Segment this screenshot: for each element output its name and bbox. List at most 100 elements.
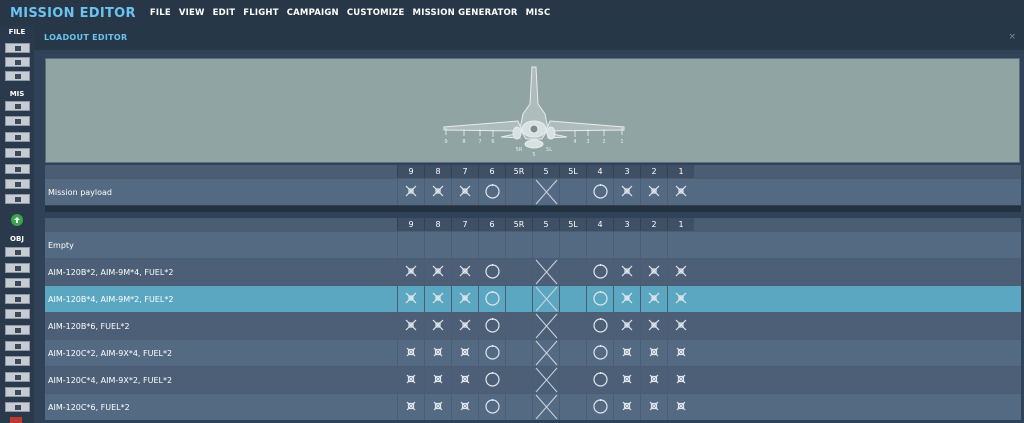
pylon-cell[interactable] xyxy=(559,340,586,366)
pylon-cell[interactable] xyxy=(505,259,532,285)
pylon-cell[interactable] xyxy=(559,259,586,285)
mission-chain-button[interactable] xyxy=(5,194,30,204)
pylon-cell[interactable] xyxy=(424,394,451,420)
pylon-cell[interactable] xyxy=(586,259,613,285)
pylon-cell[interactable] xyxy=(478,259,505,285)
close-icon[interactable]: × xyxy=(1008,32,1016,42)
aircraft-button[interactable] xyxy=(5,247,30,257)
resources-button[interactable] xyxy=(5,164,30,174)
helicopter-button[interactable] xyxy=(5,263,30,273)
menu-customize[interactable]: CUSTOMIZE xyxy=(347,8,405,18)
loadout-row[interactable]: AIM-120B*4, AIM-9M*2, FUEL*2 xyxy=(45,285,1021,312)
pylon-cell[interactable] xyxy=(397,313,424,339)
pylon-cell[interactable] xyxy=(613,179,640,205)
goals-button[interactable] xyxy=(5,132,30,142)
save-button[interactable] xyxy=(5,71,30,81)
triggers-button[interactable] xyxy=(5,148,30,158)
menu-campaign[interactable]: CAMPAIGN xyxy=(287,8,339,18)
pylon-cell[interactable] xyxy=(559,394,586,420)
pylon-cell[interactable] xyxy=(532,394,559,420)
pylon-cell[interactable] xyxy=(667,259,694,285)
pylon-cell[interactable] xyxy=(451,340,478,366)
weather-button[interactable] xyxy=(5,116,30,126)
pylon-cell[interactable] xyxy=(397,367,424,393)
pylon-cell[interactable] xyxy=(667,394,694,420)
pylon-cell[interactable] xyxy=(559,179,586,205)
pylon-cell[interactable] xyxy=(451,367,478,393)
pylon-cell[interactable] xyxy=(559,313,586,339)
pylon-cell[interactable] xyxy=(478,340,505,366)
loadout-row[interactable]: Mission payload xyxy=(45,178,1021,205)
pylon-cell[interactable] xyxy=(586,340,613,366)
pylon-cell[interactable] xyxy=(640,340,667,366)
pylon-cell[interactable] xyxy=(532,259,559,285)
open-button[interactable] xyxy=(5,57,30,67)
pylon-cell[interactable] xyxy=(586,394,613,420)
pylon-cell[interactable] xyxy=(640,286,667,312)
pylon-cell[interactable] xyxy=(667,313,694,339)
pylon-cell[interactable] xyxy=(505,286,532,312)
ship-button[interactable] xyxy=(5,278,30,288)
new-button[interactable] xyxy=(5,43,30,53)
pylon-cell[interactable] xyxy=(532,313,559,339)
pylon-cell[interactable] xyxy=(532,179,559,205)
pylon-cell[interactable] xyxy=(613,259,640,285)
menu-file[interactable]: FILE xyxy=(150,8,171,18)
pylon-cell[interactable] xyxy=(451,286,478,312)
pylon-cell[interactable] xyxy=(613,232,640,258)
pylon-cell[interactable] xyxy=(586,179,613,205)
pylon-cell[interactable] xyxy=(451,394,478,420)
check-button[interactable] xyxy=(5,179,30,189)
go-button[interactable] xyxy=(11,214,23,226)
pylon-cell[interactable] xyxy=(505,179,532,205)
pylon-cell[interactable] xyxy=(451,313,478,339)
pylon-cell[interactable] xyxy=(640,232,667,258)
pylon-cell[interactable] xyxy=(478,179,505,205)
pylon-cell[interactable] xyxy=(667,232,694,258)
pylon-cell[interactable] xyxy=(424,367,451,393)
pylon-cell[interactable] xyxy=(559,232,586,258)
pylon-cell[interactable] xyxy=(451,259,478,285)
pylon-cell[interactable] xyxy=(640,259,667,285)
pylon-cell[interactable] xyxy=(478,286,505,312)
shapes-button[interactable] xyxy=(5,402,30,412)
briefing-button[interactable] xyxy=(5,101,30,111)
pylon-cell[interactable] xyxy=(397,286,424,312)
pylon-cell[interactable] xyxy=(532,340,559,366)
menu-mission-generator[interactable]: MISSION GENERATOR xyxy=(413,8,518,18)
pylon-cell[interactable] xyxy=(451,179,478,205)
pylon-cell[interactable] xyxy=(613,394,640,420)
pylon-cell[interactable] xyxy=(640,179,667,205)
loadout-row[interactable]: AIM-120B*2, AIM-9M*4, FUEL*2 xyxy=(45,258,1021,285)
pylon-cell[interactable] xyxy=(424,179,451,205)
pylon-cell[interactable] xyxy=(532,232,559,258)
formation-button[interactable] xyxy=(5,387,30,397)
pylon-cell[interactable] xyxy=(559,286,586,312)
static-button[interactable] xyxy=(5,309,30,319)
menu-view[interactable]: VIEW xyxy=(179,8,205,18)
pylon-cell[interactable] xyxy=(424,286,451,312)
pylon-cell[interactable] xyxy=(559,367,586,393)
structure-button[interactable] xyxy=(5,325,30,335)
pylon-cell[interactable] xyxy=(424,313,451,339)
menu-flight[interactable]: FLIGHT xyxy=(243,8,278,18)
pylon-cell[interactable] xyxy=(505,232,532,258)
pylon-cell[interactable] xyxy=(667,367,694,393)
pylon-cell[interactable] xyxy=(586,313,613,339)
pylon-cell[interactable] xyxy=(640,367,667,393)
pylon-cell[interactable] xyxy=(478,313,505,339)
pylon-cell[interactable] xyxy=(424,340,451,366)
pylon-cell[interactable] xyxy=(640,394,667,420)
pylon-cell[interactable] xyxy=(478,367,505,393)
loadout-row[interactable]: AIM-120C*4, AIM-9X*2, FUEL*2 xyxy=(45,366,1021,393)
menu-misc[interactable]: MISC xyxy=(526,8,551,18)
pylon-cell[interactable] xyxy=(613,367,640,393)
delete-button[interactable] xyxy=(10,417,22,423)
pylon-cell[interactable] xyxy=(397,394,424,420)
pylon-cell[interactable] xyxy=(640,313,667,339)
pylon-cell[interactable] xyxy=(586,367,613,393)
pylon-cell[interactable] xyxy=(613,286,640,312)
loadout-row[interactable]: AIM-120C*6, FUEL*2 xyxy=(45,393,1021,420)
pylon-cell[interactable] xyxy=(505,313,532,339)
pylon-cell[interactable] xyxy=(397,232,424,258)
